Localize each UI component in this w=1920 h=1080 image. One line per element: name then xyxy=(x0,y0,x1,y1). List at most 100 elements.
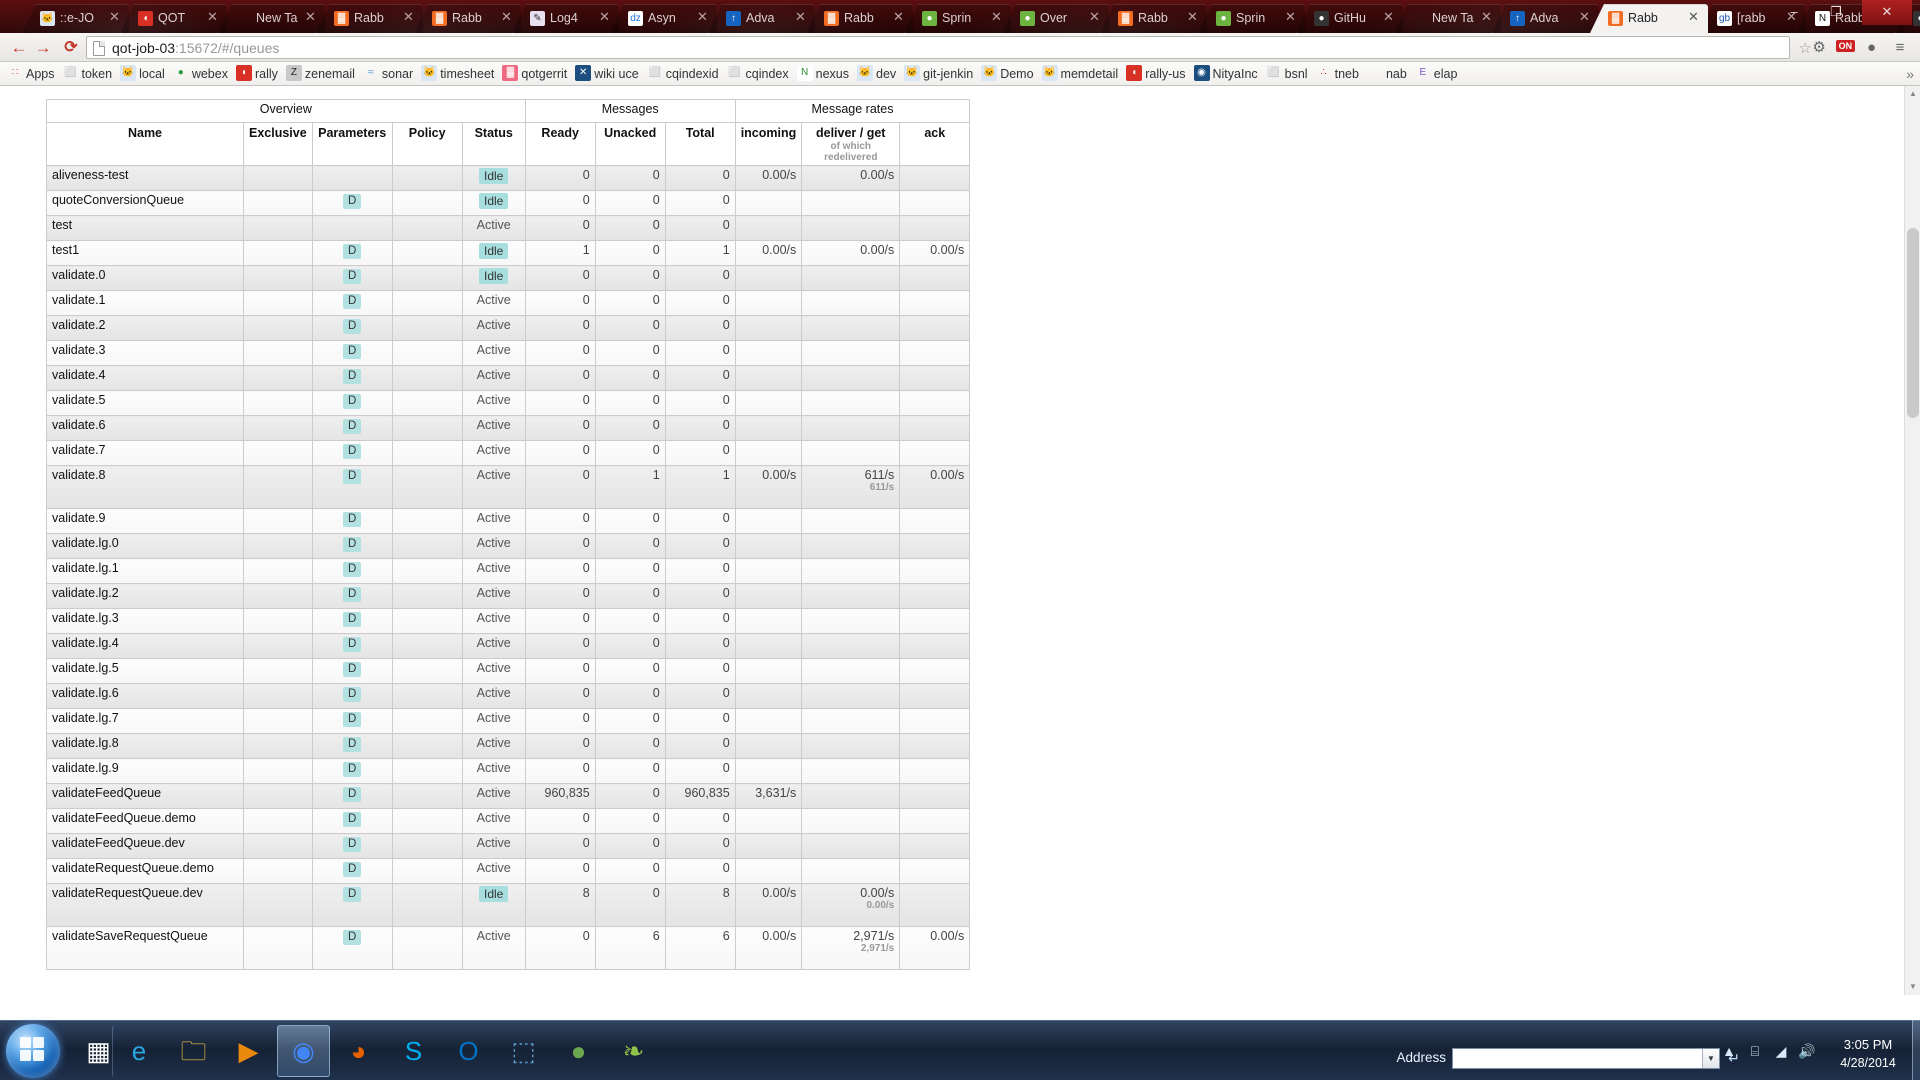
bookmark-item[interactable]: ∷ Apps xyxy=(5,62,61,85)
durable-badge[interactable]: D xyxy=(343,637,362,652)
browser-tab[interactable]: 🐱::e-JO ✕ xyxy=(22,4,129,33)
network-icon[interactable]: ◢ xyxy=(1770,1040,1792,1062)
table-column-header[interactable]: Parameters xyxy=(311,122,393,166)
durable-badge[interactable]: D xyxy=(343,887,362,902)
table-column-header[interactable]: Ready xyxy=(524,122,596,166)
queue-name-cell[interactable]: validate.lg.9 xyxy=(46,758,244,784)
table-row[interactable]: validate.2 D Active 0 0 0 xyxy=(46,315,971,341)
bookmark-item[interactable]: ∴ tneb xyxy=(1314,62,1365,85)
browser-tab[interactable]: dz Asyn ✕ xyxy=(610,4,717,33)
reload-button[interactable]: ⟳ xyxy=(60,37,82,59)
show-hidden-icons[interactable]: ▲ xyxy=(1718,1040,1740,1062)
browser-tab[interactable]: ● Sprin ✕ xyxy=(1198,4,1305,33)
taskbar-app-remote-desktop[interactable]: ⬚ xyxy=(497,1025,550,1077)
browser-tab[interactable]: ▓ Rabb ✕ xyxy=(806,4,913,33)
bookmark-item[interactable]: Zzenemail xyxy=(284,62,361,85)
table-row[interactable]: validate.9 D Active 0 0 0 xyxy=(46,508,971,534)
queue-name-cell[interactable]: validate.5 xyxy=(46,390,244,416)
address-dropdown-icon[interactable]: ▼ xyxy=(1702,1049,1719,1068)
table-row[interactable]: validate.lg.4 D Active 0 0 0 xyxy=(46,633,971,659)
bookmark-item[interactable]: ● webex xyxy=(171,62,234,85)
table-row[interactable]: validate.lg.7 D Active 0 0 0 xyxy=(46,708,971,734)
durable-badge[interactable]: D xyxy=(343,762,362,777)
durable-badge[interactable]: D xyxy=(343,712,362,727)
queue-name-cell[interactable]: validate.1 xyxy=(46,290,244,316)
browser-tab[interactable]: ▓ Rabb ✕ xyxy=(1100,4,1207,33)
scroll-up-arrow-icon[interactable]: ▲ xyxy=(1905,86,1920,102)
address-bar[interactable]: qot-job-03:15672/#/queues xyxy=(86,36,1790,59)
bookmark-item[interactable]: ⬜ bsnl xyxy=(1264,62,1314,85)
browser-tab[interactable]: ▓ Rabb ✕ xyxy=(1590,4,1708,33)
device-icon[interactable]: ⌸ xyxy=(1744,1040,1766,1062)
table-row[interactable]: validate.1 D Active 0 0 0 xyxy=(46,290,971,316)
durable-badge[interactable]: D xyxy=(343,394,362,409)
start-button[interactable] xyxy=(6,1024,60,1078)
durable-badge[interactable]: D xyxy=(343,512,362,527)
queue-name-cell[interactable]: validateSaveRequestQueue xyxy=(46,926,244,970)
durable-badge[interactable]: D xyxy=(343,537,362,552)
browser-tab[interactable]: ↑ Adva ✕ xyxy=(708,4,815,33)
table-column-header[interactable]: Status xyxy=(461,122,526,166)
bookmarks-overflow-button[interactable]: » xyxy=(1906,62,1914,85)
show-desktop-button[interactable] xyxy=(1912,1020,1920,1080)
chrome-menu-icon[interactable]: ≡ xyxy=(1888,36,1912,59)
taskbar-app-microsoft-outlook[interactable]: O xyxy=(442,1025,495,1077)
queue-name-cell[interactable]: validate.0 xyxy=(46,265,244,291)
extension-on-badge[interactable]: ON xyxy=(1835,40,1856,52)
queue-name-cell[interactable]: validate.8 xyxy=(46,465,244,509)
durable-badge[interactable]: D xyxy=(343,294,362,309)
scrollbar-thumb[interactable] xyxy=(1907,228,1919,418)
table-row[interactable]: validateSaveRequestQueue D Active 0 6 6 0.00/s… xyxy=(46,926,971,970)
table-column-header[interactable]: deliver / get of which redelivered xyxy=(801,122,901,166)
window-maximize-button[interactable]: ❐ xyxy=(1818,0,1854,25)
table-row[interactable]: validate.lg.6 D Active 0 0 0 xyxy=(46,683,971,709)
bookmark-item[interactable]: 🐱 memdetail xyxy=(1040,62,1125,85)
table-row[interactable]: validate.7 D Active 0 0 0 xyxy=(46,440,971,466)
taskbar-app-internet-explorer[interactable]: e xyxy=(112,1025,165,1077)
taskbar-app-skype[interactable]: S xyxy=(387,1025,440,1077)
table-row[interactable]: validateFeedQueue.dev D Active 0 0 0 xyxy=(46,833,971,859)
tab-close-icon[interactable]: ✕ xyxy=(1687,10,1700,24)
settings-gear-icon[interactable]: ⚙ xyxy=(1807,36,1831,59)
browser-tab[interactable]: New Ta ✕ xyxy=(1394,4,1501,33)
taskbar-app-leaf-app[interactable]: ❧ xyxy=(607,1025,660,1077)
bookmark-item[interactable]: Nnexus xyxy=(795,62,855,85)
address-toolbar-input[interactable]: ▼ xyxy=(1452,1048,1720,1069)
queue-name-cell[interactable]: validate.lg.4 xyxy=(46,633,244,659)
volume-icon[interactable]: 🔊 xyxy=(1796,1040,1818,1062)
bookmark-item[interactable]: 🐱 dev xyxy=(855,62,902,85)
browser-tab[interactable]: ● Over ✕ xyxy=(1002,4,1109,33)
bookmark-item[interactable]: ⬜ token xyxy=(61,62,119,85)
taskbar-app-media-player[interactable]: ▶ xyxy=(222,1025,275,1077)
table-row[interactable]: aliveness-test Idle 0 0 0 0.00/s 0.00/s xyxy=(46,165,971,191)
table-row[interactable]: validate.lg.5 D Active 0 0 0 xyxy=(46,658,971,684)
bookmark-item[interactable]: ◖ rally xyxy=(234,62,284,85)
queue-name-cell[interactable]: validate.lg.6 xyxy=(46,683,244,709)
durable-badge[interactable]: D xyxy=(343,344,362,359)
table-column-header[interactable]: Policy xyxy=(391,122,463,166)
table-row[interactable]: validate.5 D Active 0 0 0 xyxy=(46,390,971,416)
queue-name-cell[interactable]: validate.6 xyxy=(46,415,244,441)
bookmark-item[interactable]: ⬜ cqindex xyxy=(725,62,795,85)
table-column-header[interactable]: Exclusive xyxy=(243,122,313,166)
table-row[interactable]: validateFeedQueue.demo D Active 0 0 0 xyxy=(46,808,971,834)
durable-badge[interactable]: D xyxy=(343,837,362,852)
queue-name-cell[interactable]: validateRequestQueue.demo xyxy=(46,858,244,884)
table-row[interactable]: validateFeedQueue D Active 960,835 0 960,835 3… xyxy=(46,783,971,809)
queue-name-cell[interactable]: validateRequestQueue.dev xyxy=(46,883,244,927)
bookmark-item[interactable]: Eelap xyxy=(1413,62,1464,85)
table-row[interactable]: validateRequestQueue.demo D Active 0 0 0 xyxy=(46,858,971,884)
browser-tab[interactable]: ● GitHu ✕ xyxy=(1296,4,1403,33)
table-row[interactable]: validate.lg.8 D Active 0 0 0 xyxy=(46,733,971,759)
table-row[interactable]: test1 D Idle 1 0 1 0.00/s 0.00/s 0.00/s xyxy=(46,240,971,266)
queue-name-cell[interactable]: validate.lg.3 xyxy=(46,608,244,634)
bookmark-item[interactable]: ✕ wiki uce xyxy=(573,62,644,85)
table-column-header[interactable]: incoming xyxy=(734,122,803,166)
table-row[interactable]: validate.6 D Active 0 0 0 xyxy=(46,415,971,441)
scroll-down-arrow-icon[interactable]: ▼ xyxy=(1905,979,1920,995)
bookmark-item[interactable]: ◉ NityaInc xyxy=(1192,62,1264,85)
durable-badge[interactable]: D xyxy=(343,687,362,702)
durable-badge[interactable]: D xyxy=(343,469,362,484)
browser-tab[interactable]: ✎ Log4 ✕ xyxy=(512,4,619,33)
queue-name-cell[interactable]: validate.lg.8 xyxy=(46,733,244,759)
